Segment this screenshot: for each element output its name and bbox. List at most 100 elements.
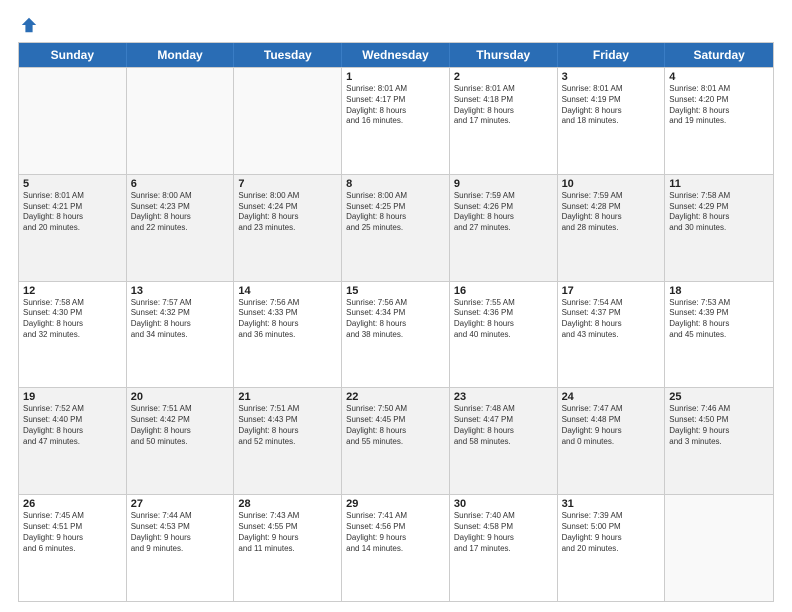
day-info: Sunrise: 7:44 AM Sunset: 4:53 PM Dayligh… (131, 511, 230, 554)
calendar-cell-2: 2Sunrise: 8:01 AM Sunset: 4:18 PM Daylig… (450, 68, 558, 174)
day-number: 14 (238, 285, 337, 297)
calendar-cell-9: 9Sunrise: 7:59 AM Sunset: 4:26 PM Daylig… (450, 175, 558, 281)
day-number: 7 (238, 178, 337, 190)
calendar-cell-13: 13Sunrise: 7:57 AM Sunset: 4:32 PM Dayli… (127, 282, 235, 388)
day-number: 20 (131, 391, 230, 403)
header-day-monday: Monday (127, 43, 235, 67)
day-number: 26 (23, 498, 122, 510)
day-info: Sunrise: 8:01 AM Sunset: 4:17 PM Dayligh… (346, 84, 445, 127)
day-number: 27 (131, 498, 230, 510)
day-info: Sunrise: 7:48 AM Sunset: 4:47 PM Dayligh… (454, 404, 553, 447)
calendar-cell-8: 8Sunrise: 8:00 AM Sunset: 4:25 PM Daylig… (342, 175, 450, 281)
calendar-row-4: 19Sunrise: 7:52 AM Sunset: 4:40 PM Dayli… (19, 387, 773, 494)
calendar-cell-empty (665, 495, 773, 601)
day-number: 24 (562, 391, 661, 403)
page: SundayMondayTuesdayWednesdayThursdayFrid… (0, 0, 792, 612)
calendar-cell-18: 18Sunrise: 7:53 AM Sunset: 4:39 PM Dayli… (665, 282, 773, 388)
calendar-cell-10: 10Sunrise: 7:59 AM Sunset: 4:28 PM Dayli… (558, 175, 666, 281)
day-info: Sunrise: 7:52 AM Sunset: 4:40 PM Dayligh… (23, 404, 122, 447)
day-info: Sunrise: 7:50 AM Sunset: 4:45 PM Dayligh… (346, 404, 445, 447)
calendar-cell-empty (127, 68, 235, 174)
day-number: 19 (23, 391, 122, 403)
day-info: Sunrise: 7:46 AM Sunset: 4:50 PM Dayligh… (669, 404, 769, 447)
day-number: 22 (346, 391, 445, 403)
calendar-cell-27: 27Sunrise: 7:44 AM Sunset: 4:53 PM Dayli… (127, 495, 235, 601)
header (18, 16, 774, 34)
day-info: Sunrise: 8:01 AM Sunset: 4:20 PM Dayligh… (669, 84, 769, 127)
day-info: Sunrise: 7:53 AM Sunset: 4:39 PM Dayligh… (669, 298, 769, 341)
day-info: Sunrise: 8:01 AM Sunset: 4:21 PM Dayligh… (23, 191, 122, 234)
day-info: Sunrise: 7:45 AM Sunset: 4:51 PM Dayligh… (23, 511, 122, 554)
day-number: 21 (238, 391, 337, 403)
calendar-cell-4: 4Sunrise: 8:01 AM Sunset: 4:20 PM Daylig… (665, 68, 773, 174)
header-day-saturday: Saturday (665, 43, 773, 67)
header-day-tuesday: Tuesday (234, 43, 342, 67)
day-number: 18 (669, 285, 769, 297)
day-info: Sunrise: 8:01 AM Sunset: 4:19 PM Dayligh… (562, 84, 661, 127)
day-number: 10 (562, 178, 661, 190)
calendar-row-2: 5Sunrise: 8:01 AM Sunset: 4:21 PM Daylig… (19, 174, 773, 281)
day-info: Sunrise: 7:59 AM Sunset: 4:28 PM Dayligh… (562, 191, 661, 234)
header-day-thursday: Thursday (450, 43, 558, 67)
calendar-cell-3: 3Sunrise: 8:01 AM Sunset: 4:19 PM Daylig… (558, 68, 666, 174)
calendar-cell-24: 24Sunrise: 7:47 AM Sunset: 4:48 PM Dayli… (558, 388, 666, 494)
calendar-cell-6: 6Sunrise: 8:00 AM Sunset: 4:23 PM Daylig… (127, 175, 235, 281)
calendar-cell-30: 30Sunrise: 7:40 AM Sunset: 4:58 PM Dayli… (450, 495, 558, 601)
calendar-header: SundayMondayTuesdayWednesdayThursdayFrid… (19, 43, 773, 67)
day-info: Sunrise: 7:41 AM Sunset: 4:56 PM Dayligh… (346, 511, 445, 554)
day-number: 3 (562, 71, 661, 83)
calendar-cell-29: 29Sunrise: 7:41 AM Sunset: 4:56 PM Dayli… (342, 495, 450, 601)
day-number: 1 (346, 71, 445, 83)
day-number: 6 (131, 178, 230, 190)
calendar-cell-20: 20Sunrise: 7:51 AM Sunset: 4:42 PM Dayli… (127, 388, 235, 494)
calendar-body: 1Sunrise: 8:01 AM Sunset: 4:17 PM Daylig… (19, 67, 773, 601)
day-info: Sunrise: 7:47 AM Sunset: 4:48 PM Dayligh… (562, 404, 661, 447)
day-info: Sunrise: 7:57 AM Sunset: 4:32 PM Dayligh… (131, 298, 230, 341)
day-number: 25 (669, 391, 769, 403)
day-info: Sunrise: 8:00 AM Sunset: 4:23 PM Dayligh… (131, 191, 230, 234)
day-info: Sunrise: 7:56 AM Sunset: 4:33 PM Dayligh… (238, 298, 337, 341)
day-number: 23 (454, 391, 553, 403)
day-number: 11 (669, 178, 769, 190)
day-info: Sunrise: 7:39 AM Sunset: 5:00 PM Dayligh… (562, 511, 661, 554)
calendar-cell-17: 17Sunrise: 7:54 AM Sunset: 4:37 PM Dayli… (558, 282, 666, 388)
calendar-cell-22: 22Sunrise: 7:50 AM Sunset: 4:45 PM Dayli… (342, 388, 450, 494)
day-info: Sunrise: 7:51 AM Sunset: 4:42 PM Dayligh… (131, 404, 230, 447)
day-info: Sunrise: 7:59 AM Sunset: 4:26 PM Dayligh… (454, 191, 553, 234)
calendar-cell-15: 15Sunrise: 7:56 AM Sunset: 4:34 PM Dayli… (342, 282, 450, 388)
logo (18, 16, 38, 34)
calendar-cell-5: 5Sunrise: 8:01 AM Sunset: 4:21 PM Daylig… (19, 175, 127, 281)
calendar-row-3: 12Sunrise: 7:58 AM Sunset: 4:30 PM Dayli… (19, 281, 773, 388)
calendar: SundayMondayTuesdayWednesdayThursdayFrid… (18, 42, 774, 602)
day-info: Sunrise: 7:54 AM Sunset: 4:37 PM Dayligh… (562, 298, 661, 341)
day-number: 15 (346, 285, 445, 297)
day-info: Sunrise: 7:58 AM Sunset: 4:30 PM Dayligh… (23, 298, 122, 341)
day-number: 28 (238, 498, 337, 510)
day-number: 29 (346, 498, 445, 510)
header-day-wednesday: Wednesday (342, 43, 450, 67)
day-number: 16 (454, 285, 553, 297)
calendar-cell-14: 14Sunrise: 7:56 AM Sunset: 4:33 PM Dayli… (234, 282, 342, 388)
day-number: 31 (562, 498, 661, 510)
calendar-cell-28: 28Sunrise: 7:43 AM Sunset: 4:55 PM Dayli… (234, 495, 342, 601)
day-number: 4 (669, 71, 769, 83)
day-info: Sunrise: 7:51 AM Sunset: 4:43 PM Dayligh… (238, 404, 337, 447)
day-number: 13 (131, 285, 230, 297)
day-number: 5 (23, 178, 122, 190)
calendar-cell-25: 25Sunrise: 7:46 AM Sunset: 4:50 PM Dayli… (665, 388, 773, 494)
calendar-cell-empty (19, 68, 127, 174)
calendar-cell-11: 11Sunrise: 7:58 AM Sunset: 4:29 PM Dayli… (665, 175, 773, 281)
day-number: 8 (346, 178, 445, 190)
calendar-cell-1: 1Sunrise: 8:01 AM Sunset: 4:17 PM Daylig… (342, 68, 450, 174)
day-number: 9 (454, 178, 553, 190)
calendar-cell-21: 21Sunrise: 7:51 AM Sunset: 4:43 PM Dayli… (234, 388, 342, 494)
calendar-cell-23: 23Sunrise: 7:48 AM Sunset: 4:47 PM Dayli… (450, 388, 558, 494)
calendar-cell-12: 12Sunrise: 7:58 AM Sunset: 4:30 PM Dayli… (19, 282, 127, 388)
header-day-friday: Friday (558, 43, 666, 67)
calendar-cell-empty (234, 68, 342, 174)
day-info: Sunrise: 8:00 AM Sunset: 4:25 PM Dayligh… (346, 191, 445, 234)
day-info: Sunrise: 8:01 AM Sunset: 4:18 PM Dayligh… (454, 84, 553, 127)
calendar-cell-31: 31Sunrise: 7:39 AM Sunset: 5:00 PM Dayli… (558, 495, 666, 601)
logo-icon (20, 16, 38, 34)
day-info: Sunrise: 7:56 AM Sunset: 4:34 PM Dayligh… (346, 298, 445, 341)
